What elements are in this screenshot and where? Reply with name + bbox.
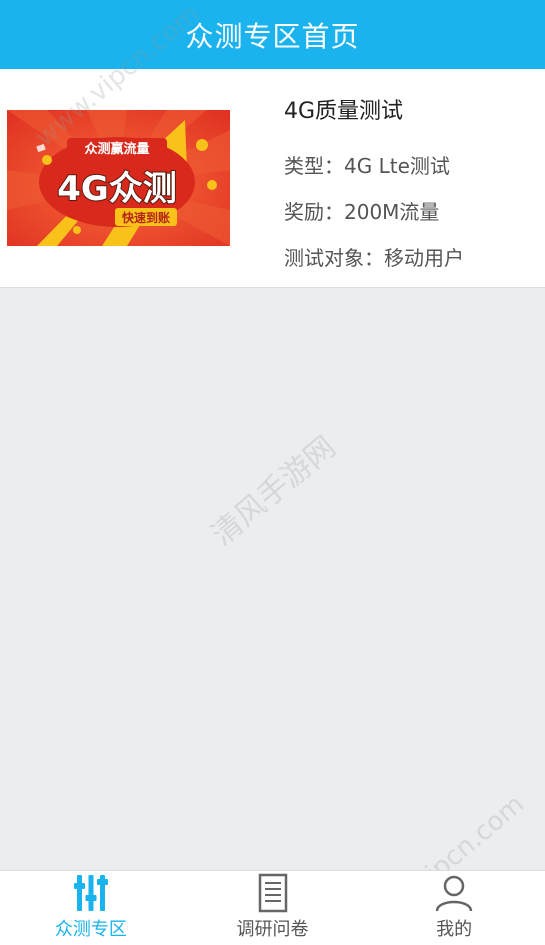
user-icon bbox=[435, 875, 473, 912]
tab-label-survey: 调研问卷 bbox=[236, 919, 309, 940]
task-title: 4G质量测试 bbox=[284, 99, 404, 124]
bottom-tab-bar: 众测专区 调研问卷 我的 bbox=[0, 870, 545, 945]
tab-survey[interactable]: 调研问卷 bbox=[182, 871, 364, 945]
task-reward: 奖励：200M流量 bbox=[284, 200, 440, 224]
tab-mine[interactable]: 我的 bbox=[363, 871, 545, 945]
tab-label-crowd-test: 众测专区 bbox=[54, 919, 127, 940]
tab-label-mine: 我的 bbox=[436, 919, 473, 940]
banner-main-text: 4G众测 bbox=[57, 169, 177, 209]
tab-crowd-test[interactable]: 众测专区 bbox=[0, 871, 182, 945]
banner-sub-text: 快速到账 bbox=[122, 210, 170, 225]
task-card[interactable]: 众测赢流量 4G众测 快速到账 4G质量测试 类型：4G Lte测试 奖励：20… bbox=[0, 69, 545, 288]
app-header: 众测专区首页 bbox=[0, 0, 545, 69]
equalizer-icon bbox=[73, 875, 108, 911]
banner-graphic: 众测赢流量 4G众测 快速到账 bbox=[7, 110, 230, 246]
page-title: 众测专区首页 bbox=[185, 19, 360, 53]
task-target: 测试对象：移动用户 bbox=[284, 246, 464, 270]
task-banner-image[interactable]: 众测赢流量 4G众测 快速到账 bbox=[7, 110, 230, 246]
banner-top-text: 众测赢流量 bbox=[84, 141, 149, 157]
task-info: 4G质量测试 类型：4G Lte测试 奖励：200M流量 测试对象：移动用户 bbox=[284, 97, 539, 281]
document-icon bbox=[258, 873, 287, 913]
task-type: 类型：4G Lte测试 bbox=[284, 154, 450, 178]
watermark-center: 清风手游网 bbox=[205, 429, 343, 553]
